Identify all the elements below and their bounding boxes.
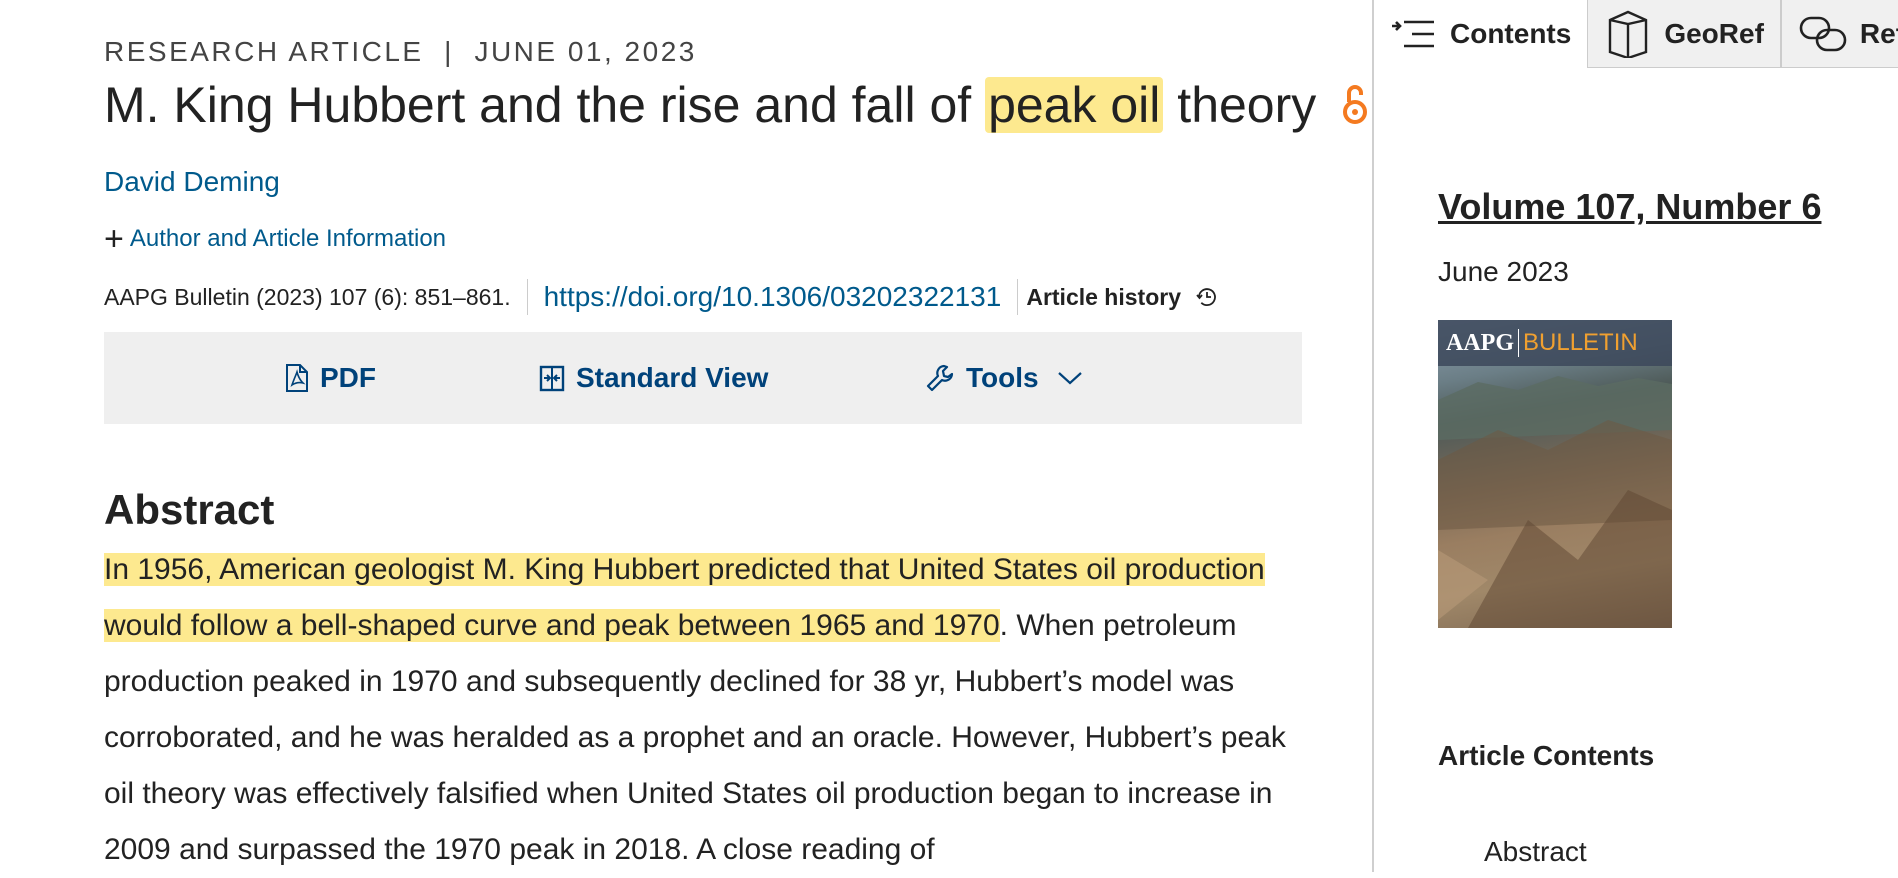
title-text-before: M. King Hubbert and the rise and fall of [104, 77, 986, 133]
citation-line: AAPG Bulletin (2023) 107 (6): 851–861. h… [104, 279, 1219, 315]
divider [1017, 279, 1019, 315]
tools-dropdown[interactable]: Tools [924, 332, 1083, 424]
pdf-icon [286, 364, 308, 392]
pdf-label: PDF [320, 362, 376, 393]
article-toolbar: PDF Standard View Tools [104, 332, 1302, 424]
standard-view-icon [539, 365, 565, 392]
abstract-heading: Abstract [104, 486, 275, 533]
pdf-button[interactable]: PDF [284, 332, 376, 424]
tools-label: Tools [966, 362, 1039, 393]
standard-view-button[interactable]: Standard View [538, 332, 768, 424]
contents-icon [1392, 20, 1434, 48]
volume-link[interactable]: Volume 107, Number 6 [1438, 186, 1821, 228]
cover-landscape-image [1438, 376, 1672, 628]
title-highlight: peak oil [985, 77, 1164, 133]
tab-contents-label: Contents [1450, 18, 1572, 49]
chevron-down-icon [1057, 372, 1082, 385]
article-title: M. King Hubbert and the rise and fall of… [104, 70, 1370, 144]
wrench-icon [926, 364, 954, 392]
tab-contents[interactable]: Contents [1374, 0, 1588, 68]
article-history-button[interactable]: Article history [1026, 284, 1181, 311]
issue-cover-image[interactable]: AAPG BULLETIN [1438, 320, 1672, 628]
citation-text: AAPG Bulletin (2023) 107 (6): 851–861. [104, 283, 511, 310]
plus-icon: + [104, 220, 124, 258]
article-type-date: RESEARCH ARTICLE | JUNE 01, 2023 [104, 36, 697, 67]
doi-link[interactable]: https://doi.org/10.1306/03202322131 [544, 281, 1002, 313]
sidebar-tabs: Contents GeoRef Ref [1374, 0, 1898, 68]
divider [526, 279, 528, 315]
abstract-body: In 1956, American geologist M. King Hubb… [104, 542, 1314, 878]
article-contents-heading: Article Contents [1438, 740, 1655, 771]
issue-date: June 2023 [1438, 256, 1569, 287]
sidebar: Contents GeoRef Ref Volume 107, Number 6… [1374, 0, 1898, 872]
abstract-text: . When petroleum production peaked in 19… [104, 609, 1286, 866]
tab-georef-label: GeoRef [1664, 17, 1764, 49]
author-link[interactable]: David Deming [104, 166, 280, 198]
standard-view-label: Standard View [576, 362, 769, 393]
references-link-icon [1799, 16, 1847, 51]
open-access-icon [1340, 74, 1370, 144]
history-clock-icon[interactable] [1195, 285, 1219, 309]
title-text-after: theory [1163, 77, 1317, 133]
tab-references[interactable]: Ref [1780, 0, 1898, 68]
tab-georef[interactable]: GeoRef [1587, 0, 1781, 68]
georef-book-icon [1609, 10, 1648, 58]
contents-item-abstract[interactable]: Abstract [1484, 836, 1587, 868]
author-info-toggle[interactable]: + Author and Article Information [104, 222, 446, 256]
author-info-label: Author and Article Information [129, 225, 447, 252]
tab-references-label: Ref [1859, 17, 1898, 49]
